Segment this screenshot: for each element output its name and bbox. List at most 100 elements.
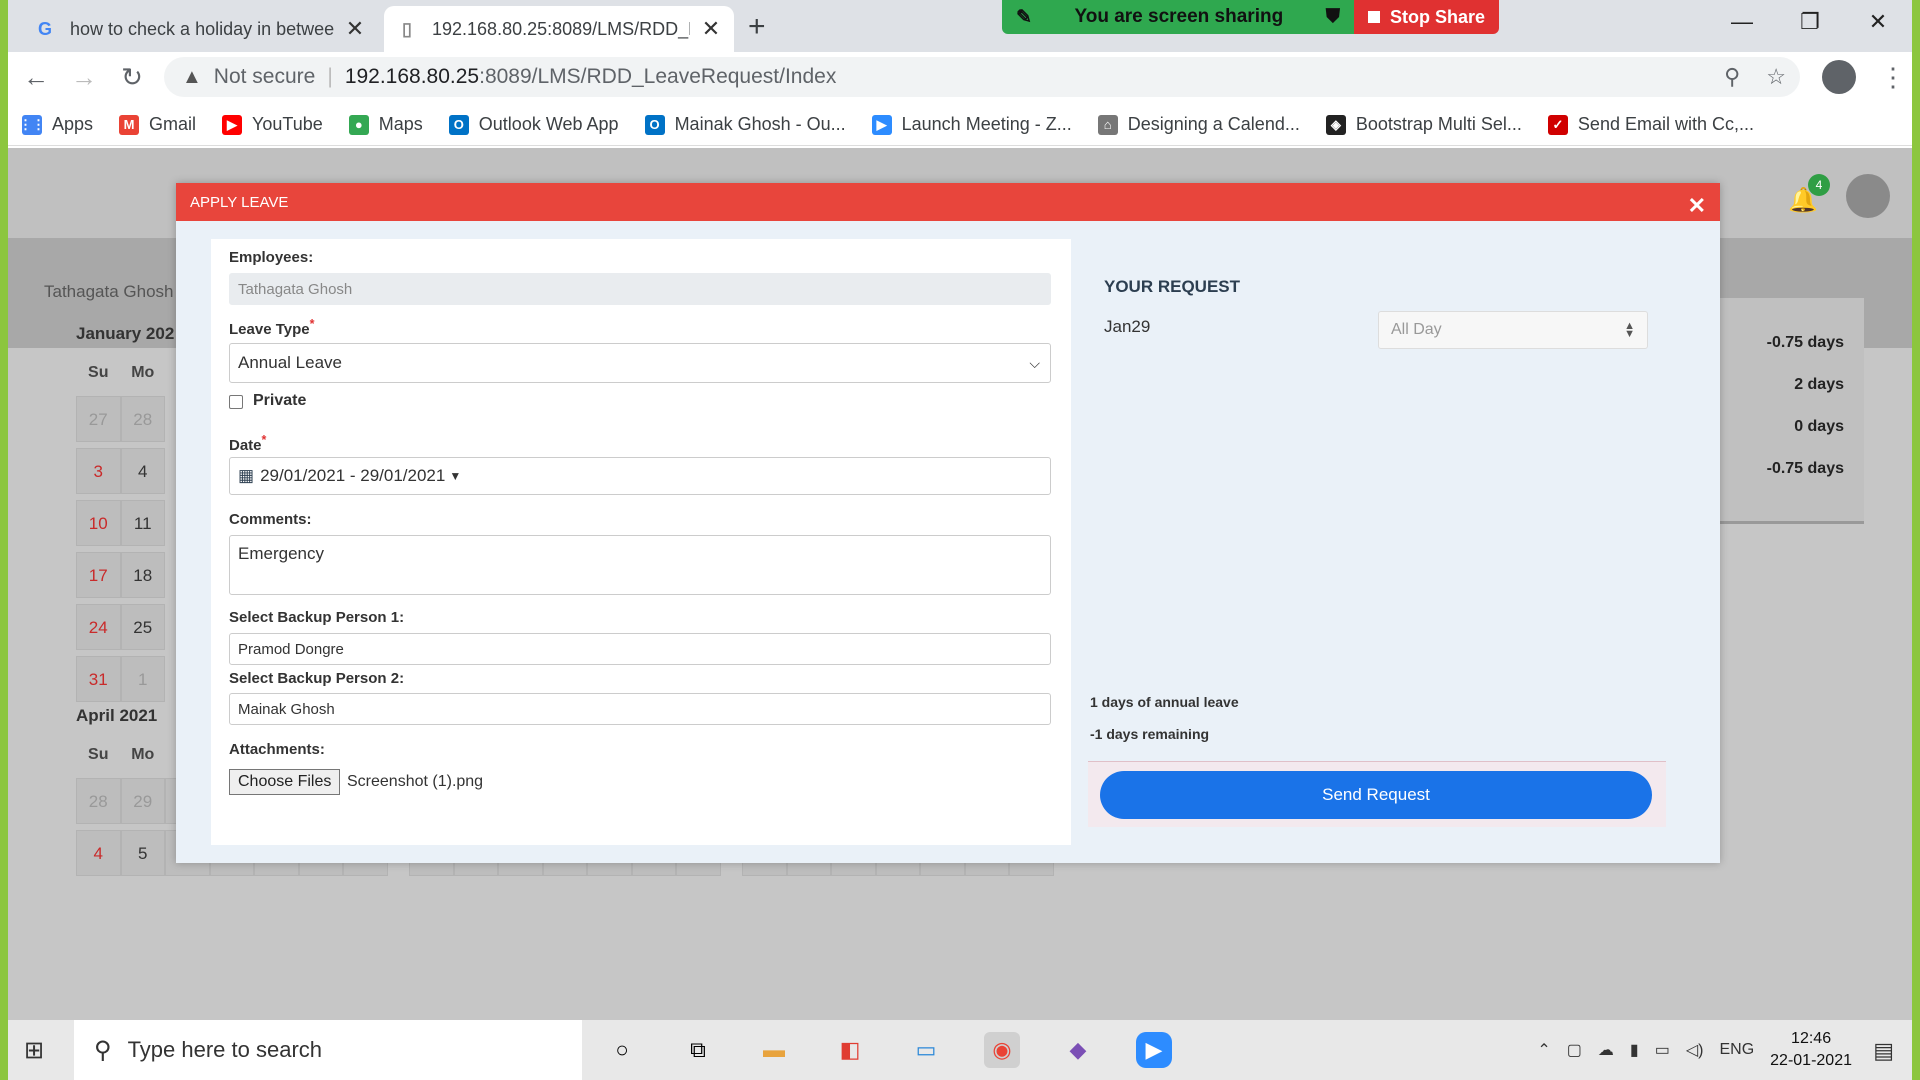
leave-type-select[interactable]: Annual Leave ⌵: [229, 343, 1051, 383]
task-view-icon[interactable]: ⧉: [680, 1032, 716, 1068]
bookmark-item[interactable]: O Mainak Ghosh - Ou...: [644, 114, 846, 135]
youtube-icon: ▶: [222, 114, 243, 135]
calendar-icon: ▦: [238, 466, 255, 485]
bookmark-item[interactable]: ⌂ Designing a Calend...: [1097, 114, 1300, 135]
calendar-day[interactable]: 10: [76, 500, 121, 546]
url-path: :8089/LMS/RDD_LeaveRequest/Index: [479, 65, 837, 88]
weekday-label: Su: [88, 364, 109, 381]
calendar-day[interactable]: 27: [76, 396, 121, 442]
minimize-icon[interactable]: —: [1708, 0, 1776, 44]
notification-center-icon[interactable]: ▤: [1873, 1038, 1894, 1064]
close-tab-icon[interactable]: ✕: [344, 16, 366, 42]
duration-select[interactable]: All Day ▲ ▼: [1378, 311, 1648, 349]
onedrive-icon[interactable]: ☁: [1598, 1040, 1614, 1060]
visual-studio-icon[interactable]: ◆: [1060, 1032, 1096, 1068]
google-icon: G: [37, 18, 52, 39]
leave-summary-panel: -0.75 days 2 days 0 days -0.75 days: [1708, 298, 1864, 524]
bookmark-item[interactable]: ◈ Bootstrap Multi Sel...: [1325, 114, 1522, 135]
language-indicator[interactable]: ENG: [1719, 1041, 1754, 1059]
chevron-up-icon[interactable]: ⌃: [1537, 1040, 1550, 1060]
choose-files-button[interactable]: Choose Files: [229, 769, 341, 795]
back-icon[interactable]: ←: [12, 62, 60, 93]
address-bar[interactable]: ▲ Not secure | 192.168.80.25 :8089/LMS/R…: [164, 57, 1800, 97]
bookmark-item[interactable]: ▶ Launch Meeting - Z...: [871, 114, 1072, 135]
warning-icon: ▲: [182, 65, 202, 88]
bookmark-item[interactable]: ⋮⋮ Apps: [19, 114, 93, 135]
calendar-day[interactable]: 1: [120, 656, 165, 702]
private-checkbox[interactable]: [229, 395, 243, 409]
new-tab-button[interactable]: +: [748, 10, 766, 44]
comments-label: Comments:: [229, 511, 312, 528]
windows-start-icon[interactable]: ⊞: [8, 1036, 60, 1065]
avatar[interactable]: [1846, 174, 1890, 218]
backup2-field[interactable]: Mainak Ghosh: [229, 693, 1051, 725]
file-explorer-icon[interactable]: ▬: [756, 1032, 792, 1068]
private-label: Private: [253, 392, 307, 409]
employee-name: Tathagata Ghosh: [44, 282, 174, 301]
system-tray: ⌃ ▢ ☁ ▮ ▭ ◁) ENG 12:46 22-01-2021: [1537, 1020, 1852, 1080]
calendar-day[interactable]: 11: [120, 500, 165, 546]
profile-icon[interactable]: [1822, 60, 1856, 94]
reload-icon[interactable]: ↻: [108, 62, 156, 93]
calendar-day[interactable]: 4: [120, 448, 165, 494]
calendar-day[interactable]: 17: [76, 552, 121, 598]
stop-share-button[interactable]: Stop Share: [1354, 0, 1500, 34]
calendar-day[interactable]: 3: [76, 448, 121, 494]
backup1-field[interactable]: Pramod Dongre: [229, 633, 1051, 665]
month-calendar: January 202 Su Mo 27 28 3 4 10 11 17 18 24 25 31 1: [76, 324, 174, 708]
meet-now-icon[interactable]: ▢: [1567, 1040, 1582, 1060]
cortana-icon[interactable]: ○: [604, 1032, 640, 1068]
calendar-day[interactable]: 31: [76, 656, 121, 702]
notification-badge: 4: [1808, 174, 1830, 196]
zoom-icon[interactable]: ⚲: [1724, 64, 1740, 90]
clock[interactable]: 12:46 22-01-2021: [1770, 1028, 1852, 1072]
send-request-button[interactable]: Send Request: [1100, 771, 1652, 819]
office-icon[interactable]: ◧: [832, 1032, 868, 1068]
bookmark-item[interactable]: ▶ YouTube: [222, 114, 323, 135]
tab-strip: G how to check a holiday in betwee ✕ ▯ 1…: [8, 0, 1912, 52]
star-icon[interactable]: ☆: [1766, 64, 1786, 90]
calendar-day[interactable]: 24: [76, 604, 121, 650]
bookmark-item[interactable]: M Gmail: [119, 114, 196, 135]
calendar-day[interactable]: 18: [120, 552, 165, 598]
comments-textarea[interactable]: Emergency: [229, 535, 1051, 595]
tab-lms[interactable]: ▯ 192.168.80.25:8089/LMS/RDD_Le ✕: [384, 6, 734, 52]
close-window-icon[interactable]: ✕: [1844, 0, 1912, 44]
stop-share-label: Stop Share: [1390, 6, 1486, 27]
forward-icon[interactable]: →: [60, 62, 108, 93]
url-host: 192.168.80.25: [344, 65, 480, 88]
leave-type-label-text: Leave Type: [229, 321, 310, 338]
bookmark-item[interactable]: O Outlook Web App: [448, 114, 619, 135]
menu-icon[interactable]: ⋮: [1880, 62, 1906, 93]
bookmark-item[interactable]: ✓ Send Email with Cc,...: [1547, 114, 1754, 135]
calendar-day[interactable]: 29: [120, 778, 165, 824]
calendar-day[interactable]: 25: [120, 604, 165, 650]
modal-title: APPLY LEAVE: [190, 193, 289, 211]
microphone-icon[interactable]: ▮: [1630, 1040, 1639, 1060]
zoom-app-icon[interactable]: ▶: [1136, 1032, 1172, 1068]
check-icon: ✓: [1547, 114, 1568, 135]
close-tab-icon[interactable]: ✕: [700, 16, 722, 42]
battery-icon[interactable]: ▭: [1655, 1040, 1670, 1060]
taskbar-search[interactable]: ⚲ Type here to search: [74, 1020, 582, 1080]
bookmark-item[interactable]: ● Maps: [348, 114, 423, 135]
close-icon[interactable]: ✕: [1688, 193, 1706, 219]
chrome-icon[interactable]: ◉: [984, 1032, 1020, 1068]
required-marker: *: [309, 317, 315, 331]
clock-time: 12:46: [1791, 1030, 1832, 1047]
leave-type-value: Annual Leave: [238, 353, 342, 372]
bookmark-label: Launch Meeting - Z...: [901, 114, 1072, 134]
restore-icon[interactable]: ❐: [1776, 0, 1844, 44]
caret-down-icon: ▼: [449, 469, 462, 483]
calendar-day[interactable]: 5: [120, 830, 165, 876]
calendar-day[interactable]: 28: [76, 778, 121, 824]
summary-value: 0 days: [1794, 418, 1844, 435]
calendar-day[interactable]: 4: [76, 830, 121, 876]
tab-google-search[interactable]: G how to check a holiday in betwee ✕: [22, 6, 378, 52]
remote-desktop-icon[interactable]: ▭: [908, 1032, 944, 1068]
stop-icon: [1368, 11, 1380, 23]
calendar-day[interactable]: 28: [120, 396, 165, 442]
date-range-picker[interactable]: ▦ 29/01/2021 - 29/01/2021 ▼: [229, 457, 1051, 495]
volume-icon[interactable]: ◁): [1686, 1040, 1704, 1060]
omnibox-actions: ⚲ ☆: [1724, 64, 1786, 90]
